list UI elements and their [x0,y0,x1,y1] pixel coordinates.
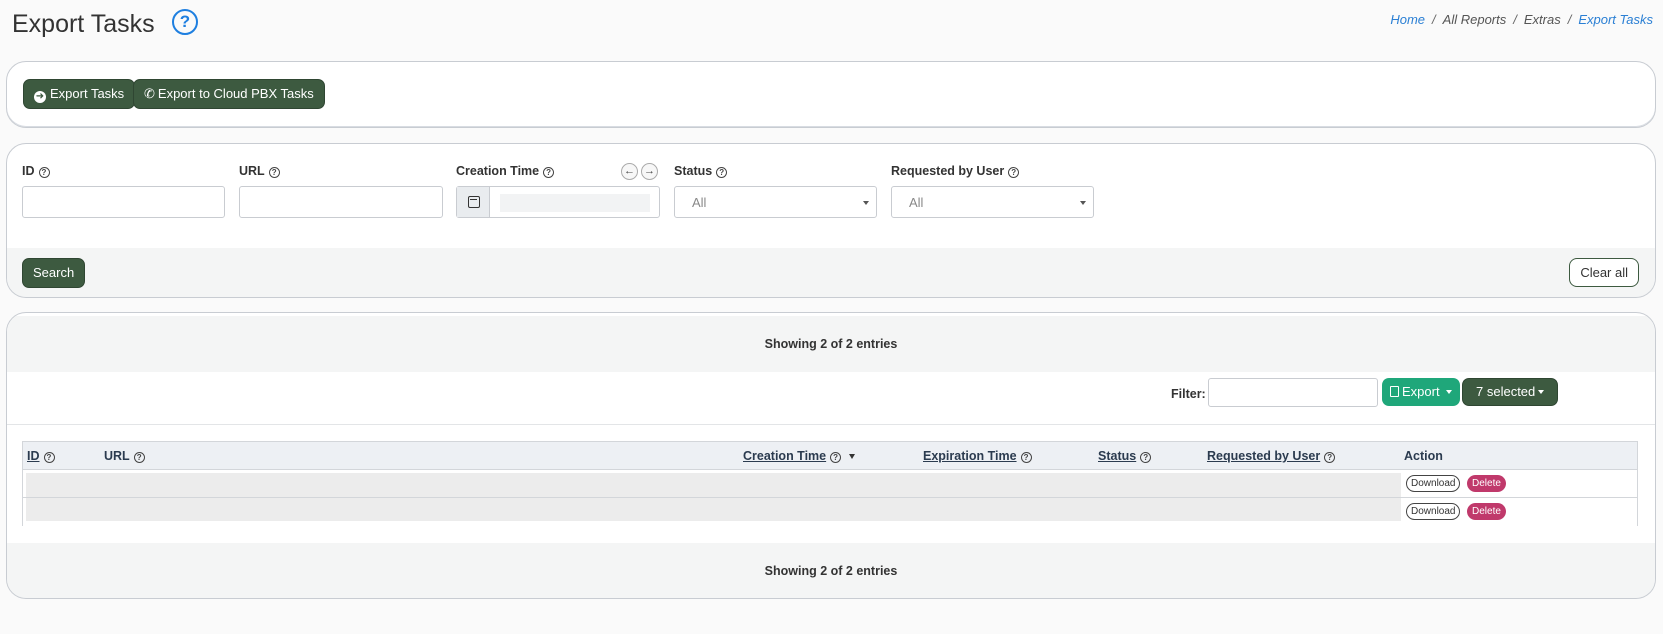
column-header-status[interactable]: Status? [1098,449,1152,463]
help-icon[interactable]: ? [268,167,280,178]
calendar-icon [468,196,480,208]
caret-down-icon [1538,390,1545,394]
column-header-creation-time[interactable]: Creation Time? [743,449,856,463]
tasks-table: ID? URL? Creation Time? Expiration Time?… [22,441,1638,526]
export-tasks-button[interactable]: ➜ Export Tasks [23,79,136,109]
help-icon[interactable]: ? [38,167,50,178]
requested-by-filter-select[interactable]: All [891,186,1094,218]
breadcrumb-extras: Extras [1523,12,1561,27]
status-selected-value: All [692,195,707,210]
column-header-id[interactable]: ID? [27,449,55,463]
arrow-right-circle-icon: ➜ [34,91,46,103]
caret-down-icon [1445,390,1452,394]
help-icon[interactable]: ? [543,167,555,178]
column-header-expiration-time[interactable]: Expiration Time? [923,449,1032,463]
filter-card: ID? URL? Creation Time? ← → Status? All … [6,143,1656,298]
file-icon [1390,386,1399,397]
help-icon[interactable]: ? [43,452,55,463]
help-icon[interactable]: ? [830,452,842,463]
table-filter-input[interactable] [1208,378,1378,407]
delete-button[interactable]: Delete [1467,503,1506,520]
help-icon[interactable]: ? [1008,167,1020,178]
status-filter-label: Status? [674,164,728,178]
caret-down-icon [863,201,869,205]
url-filter-input[interactable] [239,186,443,218]
creation-time-filter-input[interactable] [456,186,660,218]
help-icon[interactable]: ? [716,167,728,178]
column-header-action: Action [1404,449,1443,463]
sort-desc-icon [849,454,856,459]
export-tasks-label: Export Tasks [50,86,125,101]
column-header-requested-by[interactable]: Requested by User? [1207,449,1336,463]
clear-all-button[interactable]: Clear all [1569,258,1639,287]
breadcrumb-separator: / [1567,12,1572,27]
row-content [26,498,1401,521]
url-filter-label: URL? [239,164,280,178]
status-filter-select[interactable]: All [674,186,877,218]
export-label: Export [1402,384,1440,399]
calendar-addon[interactable] [457,187,490,217]
help-icon[interactable]: ? [133,452,145,463]
results-card: Showing 2 of 2 entries Filter: Export 7 … [6,312,1656,599]
breadcrumb-home[interactable]: Home [1390,12,1425,27]
filter-footer: Search Clear all [7,248,1655,297]
row-content [26,473,1401,497]
caret-down-icon [1080,201,1086,205]
help-icon[interactable]: ? [1140,452,1152,463]
delete-button[interactable]: Delete [1467,475,1506,492]
columns-selector-button[interactable]: 7 selected [1462,378,1559,406]
breadcrumb-all-reports: All Reports [1442,12,1507,27]
next-period-icon[interactable]: → [641,163,658,180]
breadcrumb: Home / All Reports / Extras / Export Tasks [1390,12,1653,27]
table-row: Download Delete [23,470,1637,498]
column-header-url: URL? [104,449,145,463]
export-cloud-pbx-button[interactable]: ✆ Export to Cloud PBX Tasks [133,79,325,109]
toolbar-card: ➜ Export Tasks ✆ Export to Cloud PBX Tasks [6,61,1656,128]
requested-by-filter-label: Requested by User? [891,164,1020,178]
download-button[interactable]: Download [1406,475,1461,492]
entries-info-top: Showing 2 of 2 entries [7,316,1655,372]
phone-icon: ✆ [144,86,155,101]
table-header: ID? URL? Creation Time? Expiration Time?… [23,442,1637,470]
breadcrumb-export-tasks[interactable]: Export Tasks [1578,12,1653,27]
date-range-value [500,194,650,212]
columns-selected-label: 7 selected [1476,384,1536,399]
breadcrumb-separator: / [1513,12,1517,27]
id-filter-input[interactable] [22,186,225,218]
entries-info-bottom: Showing 2 of 2 entries [7,543,1655,598]
table-filter-label: Filter: [1171,387,1206,401]
breadcrumb-separator: / [1432,12,1436,27]
divider [7,424,1655,425]
page-title: Export Tasks [12,10,155,38]
creation-time-filter-label: Creation Time? [456,164,555,178]
export-dropdown-button[interactable]: Export [1382,378,1460,406]
prev-period-icon[interactable]: ← [621,163,638,180]
help-icon[interactable]: ? [1020,452,1032,463]
table-row: Download Delete [23,498,1637,526]
page-header: Export Tasks ? Home / All Reports / Extras / E… [12,8,1653,48]
download-button[interactable]: Download [1406,503,1461,520]
requested-by-selected-value: All [909,195,924,210]
help-icon[interactable]: ? [1324,452,1336,463]
search-button[interactable]: Search [22,258,86,288]
id-filter-label: ID? [22,164,50,178]
help-icon[interactable]: ? [172,9,198,35]
export-cloud-pbx-label: Export to Cloud PBX Tasks [157,86,314,101]
